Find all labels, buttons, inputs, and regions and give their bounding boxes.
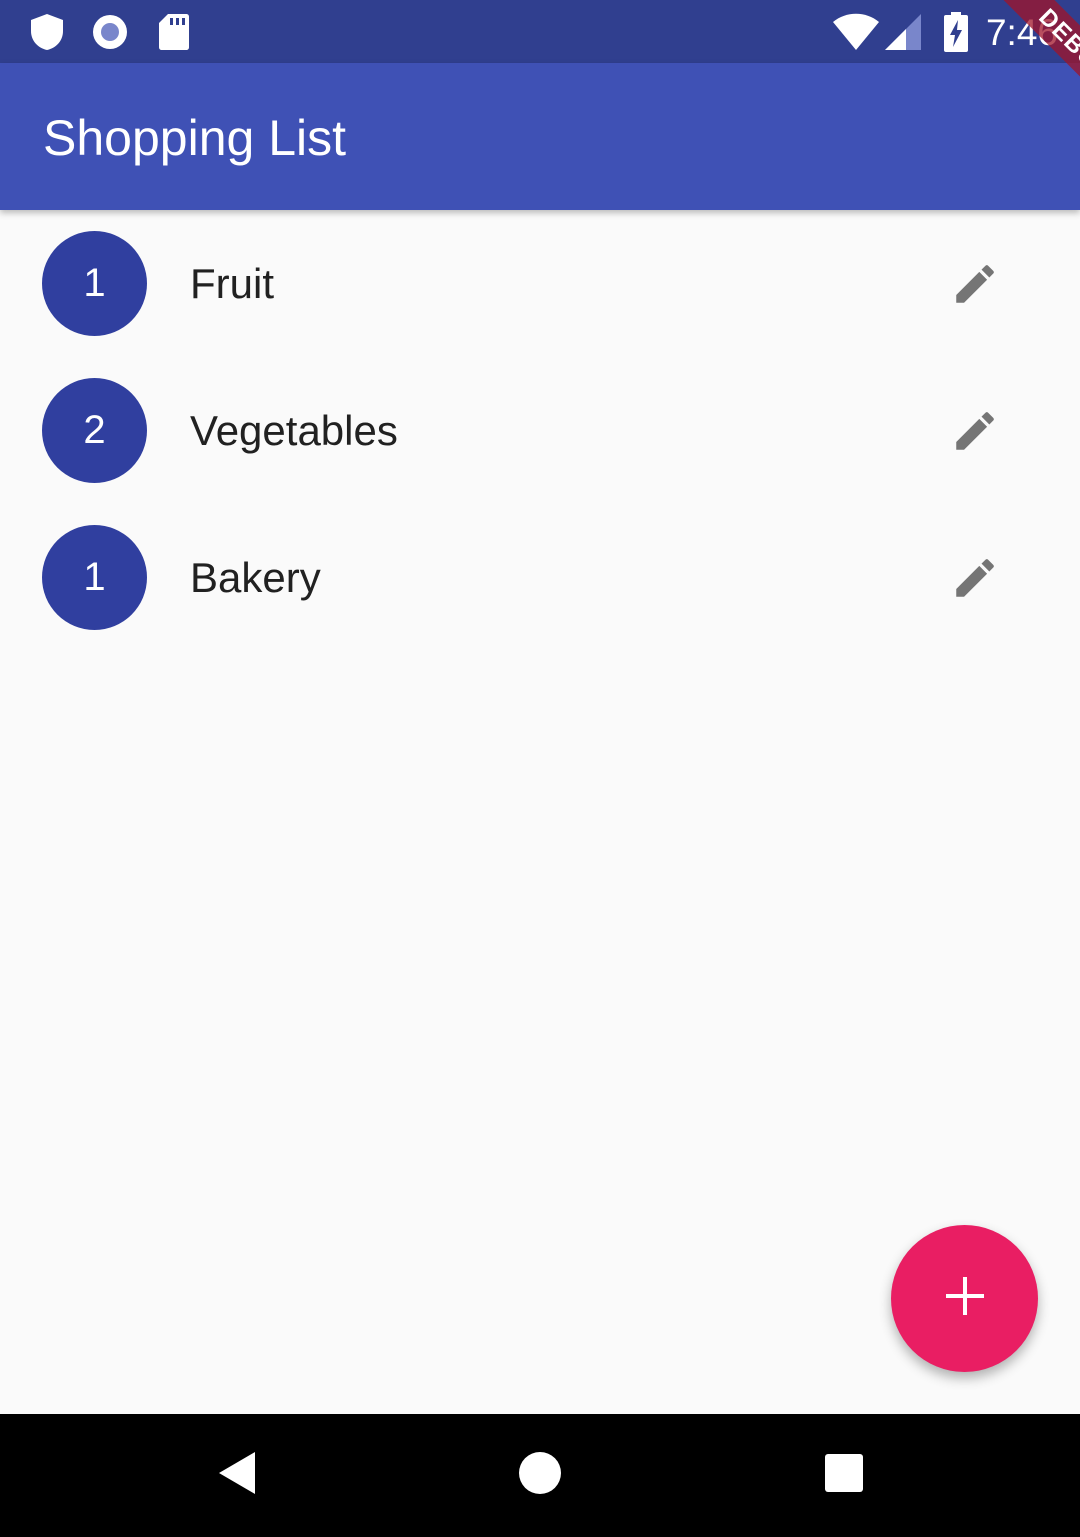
status-bar: 7:46 [0, 0, 1080, 63]
cell-signal-icon [884, 0, 922, 63]
list-item-title: Bakery [190, 554, 321, 601]
count-avatar: 1 [42, 525, 147, 630]
count-avatar: 2 [42, 378, 147, 483]
count-avatar: 1 [42, 231, 147, 336]
edit-icon [950, 553, 1000, 608]
plus-icon [945, 1276, 985, 1321]
page-title: Shopping List [43, 110, 347, 166]
shield-icon [30, 0, 64, 63]
recents-icon [824, 1453, 864, 1498]
list-item[interactable]: 2 Vegetables [0, 357, 1080, 504]
app-bar: Shopping List [0, 63, 1080, 210]
edit-icon [950, 406, 1000, 461]
wifi-icon [832, 0, 880, 63]
battery-charging-icon [944, 0, 968, 63]
list-item[interactable]: 1 Bakery [0, 504, 1080, 651]
record-icon [91, 0, 129, 63]
home-button[interactable] [480, 1414, 600, 1537]
add-item-button[interactable] [891, 1225, 1038, 1372]
system-nav-bar [0, 1414, 1080, 1537]
sd-card-icon [158, 0, 190, 63]
clock: 7:46 [985, 12, 1058, 53]
list-item-title: Fruit [190, 260, 274, 307]
recents-button[interactable] [784, 1414, 904, 1537]
back-button[interactable] [177, 1414, 297, 1537]
edit-icon [950, 259, 1000, 314]
edit-button[interactable] [935, 246, 1015, 326]
list-item[interactable]: 1 Fruit [0, 210, 1080, 357]
home-icon [518, 1451, 562, 1500]
shopping-list: 1 Fruit 2 Vegetables 1 Bakery [0, 210, 1080, 651]
back-icon [217, 1450, 257, 1501]
edit-button[interactable] [935, 393, 1015, 473]
edit-button[interactable] [935, 540, 1015, 620]
list-item-title: Vegetables [190, 407, 398, 454]
